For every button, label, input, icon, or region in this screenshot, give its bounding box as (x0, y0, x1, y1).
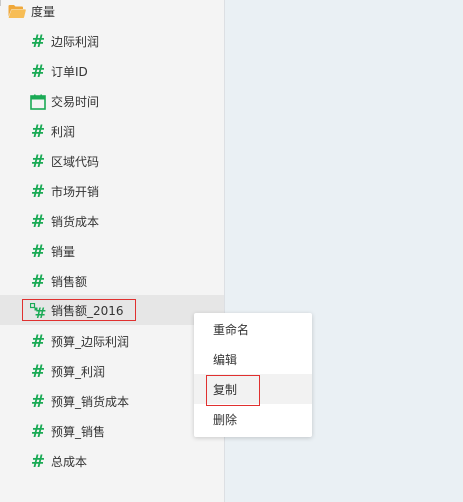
field-label: 预算_利润 (51, 365, 106, 379)
field-label: 销售额 (51, 275, 88, 289)
hash-icon: # (30, 362, 46, 382)
field-item[interactable]: # 市场开销 (0, 177, 224, 207)
hash-icon: # (30, 212, 46, 232)
field-item[interactable]: # 预算_边际利润 (0, 327, 224, 357)
hash-icon: # (30, 62, 46, 82)
field-item[interactable]: 交易时间 (0, 87, 224, 117)
field-label: 市场开销 (51, 185, 100, 199)
app-root: 度量 # 边际利润 # 订单ID 交易时间 # 利润 # 区域代码 # 市场开销… (0, 0, 463, 502)
calculated-hash-icon: # (30, 303, 46, 319)
field-label: 销量 (51, 245, 76, 259)
field-item[interactable]: # 销货成本 (0, 207, 224, 237)
field-label: 总成本 (51, 455, 88, 469)
field-item-selected[interactable]: # 销售额_2016 (0, 295, 224, 325)
field-label: 边际利润 (51, 35, 100, 49)
menu-item-label: 复制 (213, 383, 238, 397)
field-label: 预算_边际利润 (51, 335, 130, 349)
field-item[interactable]: # 区域代码 (0, 147, 224, 177)
field-label: 交易时间 (51, 95, 100, 109)
context-menu: 重命名 编辑 复制 删除 (194, 313, 312, 437)
field-label: 订单ID (51, 65, 88, 79)
field-item[interactable]: # 预算_销售 (0, 417, 224, 447)
field-label: 销货成本 (51, 215, 100, 229)
hash-icon: # (30, 332, 46, 352)
folder-measures[interactable]: 度量 (0, 0, 224, 24)
field-item[interactable]: # 销量 (0, 237, 224, 267)
svg-text:#: # (35, 306, 46, 319)
menu-item-edit[interactable]: 编辑 (194, 344, 312, 374)
hash-icon: # (30, 272, 46, 292)
menu-item-copy[interactable]: 复制 (194, 374, 312, 404)
calendar-icon (30, 94, 46, 110)
field-item[interactable]: # 订单ID (0, 57, 224, 87)
field-label: 区域代码 (51, 155, 100, 169)
menu-item-rename[interactable]: 重命名 (194, 314, 312, 344)
field-tree-panel: 度量 # 边际利润 # 订单ID 交易时间 # 利润 # 区域代码 # 市场开销… (0, 0, 224, 502)
field-label: 销售额_2016 (51, 304, 124, 318)
field-item[interactable]: # 销售额 (0, 267, 224, 297)
field-label: 预算_销货成本 (51, 395, 130, 409)
field-item[interactable]: # 利润 (0, 117, 224, 147)
menu-item-delete[interactable]: 删除 (194, 404, 312, 434)
hash-icon: # (30, 422, 46, 442)
menu-item-label: 删除 (213, 413, 238, 427)
field-item[interactable]: # 总成本 (0, 447, 224, 477)
hash-icon: # (30, 152, 46, 172)
field-label: 预算_销售 (51, 425, 106, 439)
menu-item-label: 重命名 (213, 323, 250, 337)
hash-icon: # (30, 182, 46, 202)
field-item[interactable]: # 边际利润 (0, 27, 224, 57)
hash-icon: # (30, 122, 46, 142)
hash-icon: # (30, 392, 46, 412)
hash-icon: # (30, 32, 46, 52)
field-label: 利润 (51, 125, 76, 139)
hash-icon: # (30, 242, 46, 262)
folder-open-icon (8, 5, 26, 18)
field-item[interactable]: # 预算_销货成本 (0, 387, 224, 417)
folder-label: 度量 (31, 5, 56, 19)
field-item[interactable]: # 预算_利润 (0, 357, 224, 387)
hash-icon: # (30, 452, 46, 472)
menu-item-label: 编辑 (213, 353, 238, 367)
